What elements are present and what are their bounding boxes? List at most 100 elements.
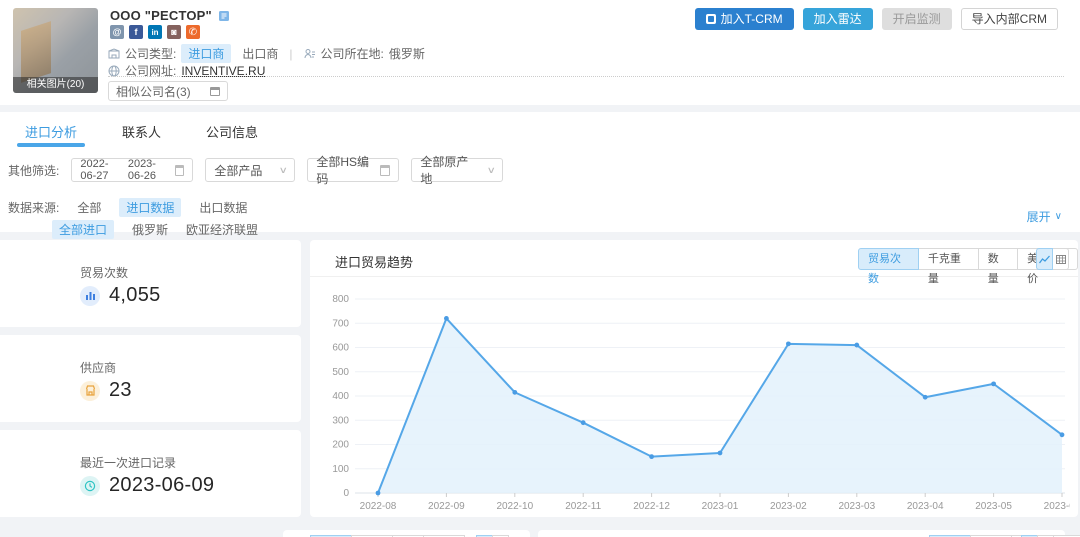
trend-chart-svg[interactable]: 01002003004005006007008002022-082022-092… — [315, 283, 1070, 513]
phone-icon[interactable]: ✆ — [186, 25, 200, 39]
trade-count-label: 贸易次数 — [80, 264, 128, 281]
copy-icon[interactable] — [218, 10, 230, 22]
panel-icon — [380, 165, 391, 176]
suppliers-number: 23 — [109, 379, 132, 402]
company-type-label: 公司类型: — [125, 45, 176, 62]
last-import-label: 最近一次进口记录 — [80, 454, 176, 471]
import-trend-card: 进口贸易趋势 贸易次数 千克重量 数量 美元总价 0 100 200 300 400 50… — [310, 240, 1078, 517]
svg-text:2023-06: 2023-06 — [1044, 501, 1070, 512]
chevron-down-icon: ∨ — [278, 165, 287, 176]
line-chart-icon[interactable] — [1036, 248, 1053, 270]
tab-contacts[interactable]: 联系人 — [122, 112, 161, 145]
add-tcrm-button[interactable]: 加入T-CRM — [695, 8, 794, 30]
hs-code-select[interactable]: 全部HS编码 — [307, 158, 399, 182]
svg-text:2022-11: 2022-11 — [565, 501, 601, 512]
tabs: 进口分析 联系人 公司信息 — [25, 112, 258, 145]
header-dotted-divider — [108, 76, 1064, 77]
svg-text:2022-10: 2022-10 — [496, 501, 533, 512]
tab-filter-section: 进口分析 联系人 公司信息 其他筛选: 2022-06-27 2023-06-2… — [0, 112, 1080, 232]
instagram-icon[interactable]: ◙ — [167, 25, 181, 39]
svg-text:700: 700 — [332, 318, 349, 329]
bottom-left-card — [283, 530, 530, 537]
source-all[interactable]: 全部 — [77, 199, 101, 216]
trade-count-card: 贸易次数 4,055 — [0, 240, 301, 327]
chart-title: 进口贸易趋势 — [335, 252, 413, 271]
last-import-card: 最近一次进口记录 2023-06-09 — [0, 430, 301, 517]
page: 相关图片(20) OOO "PECTOP" @ f in ◙ ✆ 公司类型: 进… — [0, 0, 1080, 537]
globe-icon — [108, 65, 120, 77]
svg-text:100: 100 — [332, 464, 349, 475]
origin-select[interactable]: 全部原产地 ∨ — [411, 158, 503, 182]
exporter-option[interactable]: 出口商 — [242, 45, 278, 62]
social-icons-row: @ f in ◙ ✆ — [110, 25, 200, 39]
suppliers-card: 供应商 23 — [0, 335, 301, 422]
data-source-label: 数据来源: — [8, 199, 59, 216]
svg-text:300: 300 — [332, 415, 349, 426]
svg-text:500: 500 — [332, 367, 349, 378]
metric-kg-weight-button[interactable]: 千克重量 — [918, 248, 979, 270]
svg-text:2022-08: 2022-08 — [360, 501, 397, 512]
data-source-row: 数据来源: 全部 进口数据 出口数据 — [8, 198, 247, 217]
svg-text:200: 200 — [332, 440, 349, 451]
sub-all-import[interactable]: 全部进口 — [52, 220, 114, 239]
source-import-data[interactable]: 进口数据 — [119, 198, 181, 217]
suppliers-label: 供应商 — [80, 359, 116, 376]
chart-header: 进口贸易趋势 贸易次数 千克重量 数量 美元总价 — [310, 240, 1078, 277]
similar-company-label: 相似公司名(3) — [116, 83, 191, 100]
svg-text:2023-02: 2023-02 — [770, 501, 807, 512]
svg-text:0: 0 — [343, 488, 349, 499]
last-import-value-row: 2023-06-09 — [80, 474, 214, 497]
at-icon[interactable]: @ — [110, 25, 124, 39]
tab-company-info[interactable]: 公司信息 — [206, 112, 258, 145]
related-images-label: 相关图片(20) — [13, 77, 98, 93]
company-name-row: OOO "PECTOP" — [110, 8, 230, 23]
company-type-row: 公司类型: 进口商 出口商 | 公司所在地: 俄罗斯 — [108, 44, 425, 63]
svg-text:2023-04: 2023-04 — [907, 501, 944, 512]
similar-company-box[interactable]: 相似公司名(3) — [108, 81, 228, 101]
metric-trade-count-button[interactable]: 贸易次数 — [858, 248, 919, 270]
calendar-icon — [175, 165, 184, 176]
bar-chart-icon — [80, 286, 100, 306]
linkedin-icon[interactable]: in — [148, 25, 162, 39]
origin-select-value: 全部原产地 — [420, 153, 479, 187]
tab-import-analysis[interactable]: 进口分析 — [25, 112, 77, 145]
location-label: 公司所在地: — [321, 45, 384, 62]
product-select-value: 全部产品 — [214, 162, 262, 179]
filter-row: 其他筛选: 2022-06-27 2023-06-26 全部产品 ∨ 全部HS编… — [8, 158, 503, 182]
table-icon[interactable] — [1052, 248, 1069, 270]
meta-divider: | — [289, 47, 292, 61]
panel-icon — [210, 87, 220, 96]
sub-eaeu[interactable]: 欧亚经济联盟 — [186, 221, 258, 238]
company-name: OOO "PECTOP" — [110, 8, 212, 23]
chevron-down-icon: ∨ — [486, 165, 495, 176]
importer-chip[interactable]: 进口商 — [181, 44, 231, 63]
date-end: 2023-06-26 — [128, 158, 167, 182]
shop-icon — [80, 381, 100, 401]
location-icon — [304, 48, 316, 59]
source-export-data[interactable]: 出口数据 — [199, 199, 247, 216]
svg-text:600: 600 — [332, 343, 349, 354]
facebook-icon[interactable]: f — [129, 25, 143, 39]
start-monitor-button[interactable]: 开启监测 — [882, 8, 952, 30]
bottom-right-card — [538, 530, 1065, 537]
trade-count-number: 4,055 — [109, 284, 161, 307]
svg-text:2023-05: 2023-05 — [975, 501, 1012, 512]
sub-russia[interactable]: 俄罗斯 — [132, 221, 168, 238]
svg-text:2022-12: 2022-12 — [633, 501, 670, 512]
svg-text:400: 400 — [332, 391, 349, 402]
date-start: 2022-06-27 — [80, 158, 119, 182]
clock-icon — [80, 476, 100, 496]
expand-toggle[interactable]: 展开 ∨ — [1027, 208, 1062, 225]
product-select[interactable]: 全部产品 ∨ — [205, 158, 295, 182]
hs-code-value: 全部HS编码 — [316, 153, 371, 187]
trade-count-value-row: 4,055 — [80, 284, 161, 307]
import-crm-button[interactable]: 导入内部CRM — [961, 8, 1058, 30]
add-radar-button[interactable]: 加入雷达 — [803, 8, 873, 30]
metric-quantity-button[interactable]: 数量 — [978, 248, 1018, 270]
building-icon — [108, 48, 120, 59]
header-actions: 加入T-CRM 加入雷达 开启监测 导入内部CRM — [695, 8, 1058, 30]
company-photo[interactable]: 相关图片(20) — [13, 8, 98, 93]
sub-source-row: 全部进口 俄罗斯 欧亚经济联盟 — [52, 220, 258, 239]
other-filter-label: 其他筛选: — [8, 162, 59, 179]
date-range-picker[interactable]: 2022-06-27 2023-06-26 — [71, 158, 193, 182]
